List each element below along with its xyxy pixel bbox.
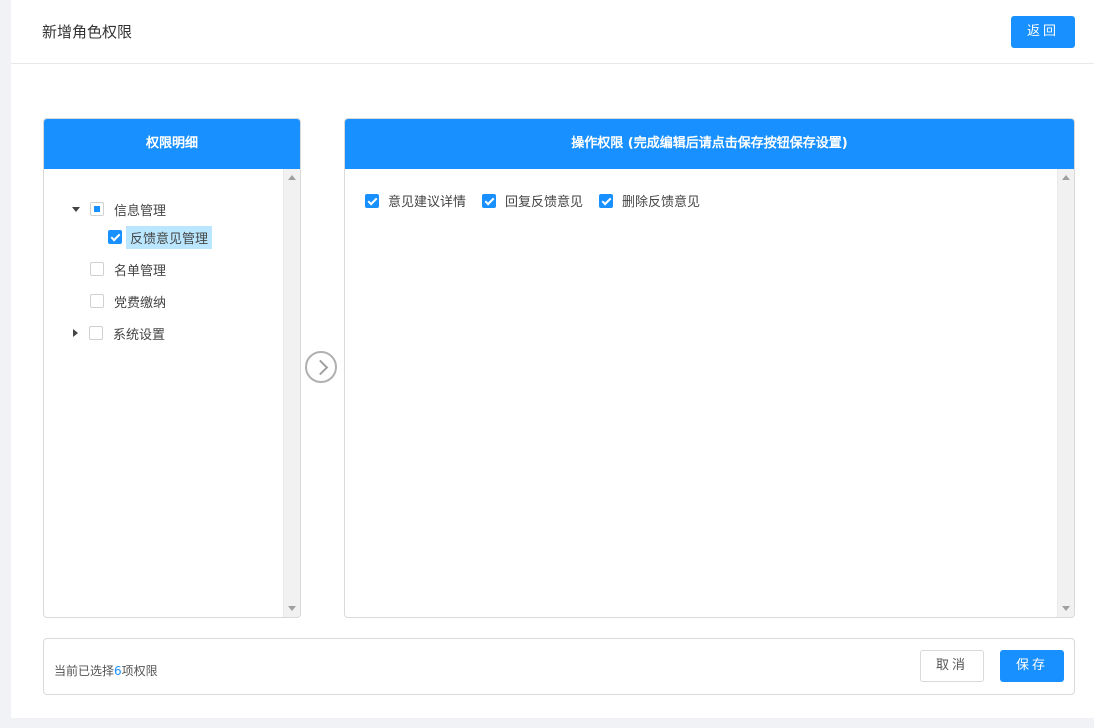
tree-scrollbar[interactable] (283, 169, 300, 617)
tree-checkbox[interactable] (89, 326, 103, 340)
scroll-down-icon[interactable] (1062, 606, 1070, 611)
permission-checkbox[interactable] (482, 193, 497, 208)
main-card: 新增角色权限 返回 权限明细 信息管理 反馈意见管理 名单管理 党费缴纳 系统设… (11, 0, 1094, 718)
scroll-down-icon[interactable] (288, 606, 296, 611)
selected-count: 6 (114, 664, 122, 678)
permission-checkbox[interactable] (365, 193, 379, 208)
tree-node-info-management[interactable]: 信息管理 (72, 198, 166, 220)
back-button[interactable]: 返回 (1011, 16, 1075, 48)
permission-checkbox[interactable] (599, 193, 614, 208)
tree-node-list-management[interactable]: 名单管理 (72, 258, 166, 280)
selected-count-text: 当前已选择6项权限 (54, 664, 158, 678)
permission-reply-feedback[interactable]: 回复反馈意见 (482, 191, 583, 210)
permission-detail-panel: 权限明细 信息管理 反馈意见管理 名单管理 党费缴纳 系统设置 (43, 118, 301, 618)
scroll-up-icon[interactable] (288, 175, 296, 180)
footer-bar: 当前已选择6项权限 取消 保存 (43, 638, 1075, 695)
tree-checkbox-partial[interactable] (90, 202, 104, 216)
operation-permission-list: 意见建议详情 回复反馈意见 删除反馈意见 (345, 169, 1074, 617)
chevron-right-icon[interactable] (305, 351, 337, 383)
permission-label: 回复反馈意见 (505, 195, 584, 210)
page-title: 新增角色权限 (42, 23, 133, 41)
tree-node-feedback-management[interactable]: 反馈意见管理 (108, 225, 213, 249)
permission-view-suggestion[interactable]: 意见建议详情 (365, 191, 466, 210)
permission-label: 意见建议详情 (388, 195, 467, 210)
tree-checkbox[interactable] (90, 262, 104, 276)
caret-down-icon[interactable] (72, 206, 80, 212)
permission-label: 删除反馈意见 (622, 195, 701, 210)
page-header: 新增角色权限 返回 (11, 0, 1094, 64)
tree-node-label: 党费缴纳 (114, 295, 167, 311)
tree-node-system-settings[interactable]: 系统设置 (72, 322, 165, 344)
operation-permission-panel: 操作权限 (完成编辑后请点击保存按钮保存设置) 意见建议详情 回复反馈意见 删除… (344, 118, 1075, 618)
scroll-up-icon[interactable] (1062, 175, 1070, 180)
save-button[interactable]: 保存 (1000, 650, 1064, 682)
cancel-button[interactable]: 取消 (920, 650, 984, 682)
tree-node-label: 系统设置 (113, 327, 166, 343)
caret-right-icon[interactable] (73, 329, 78, 337)
permission-scrollbar[interactable] (1057, 169, 1074, 617)
tree-checkbox[interactable] (90, 294, 104, 308)
permission-delete-feedback[interactable]: 删除反馈意见 (599, 191, 700, 210)
tree-node-label: 反馈意见管理 (126, 225, 213, 249)
tree-node-label: 信息管理 (114, 203, 167, 219)
permission-detail-title: 权限明细 (44, 119, 300, 169)
tree-node-party-fee[interactable]: 党费缴纳 (72, 290, 166, 312)
tree-checkbox-checked[interactable] (108, 230, 122, 244)
tree-node-label: 名单管理 (114, 263, 167, 279)
permission-tree: 信息管理 反馈意见管理 名单管理 党费缴纳 系统设置 (44, 169, 300, 617)
operation-permission-title: 操作权限 (完成编辑后请点击保存按钮保存设置) (345, 119, 1074, 169)
